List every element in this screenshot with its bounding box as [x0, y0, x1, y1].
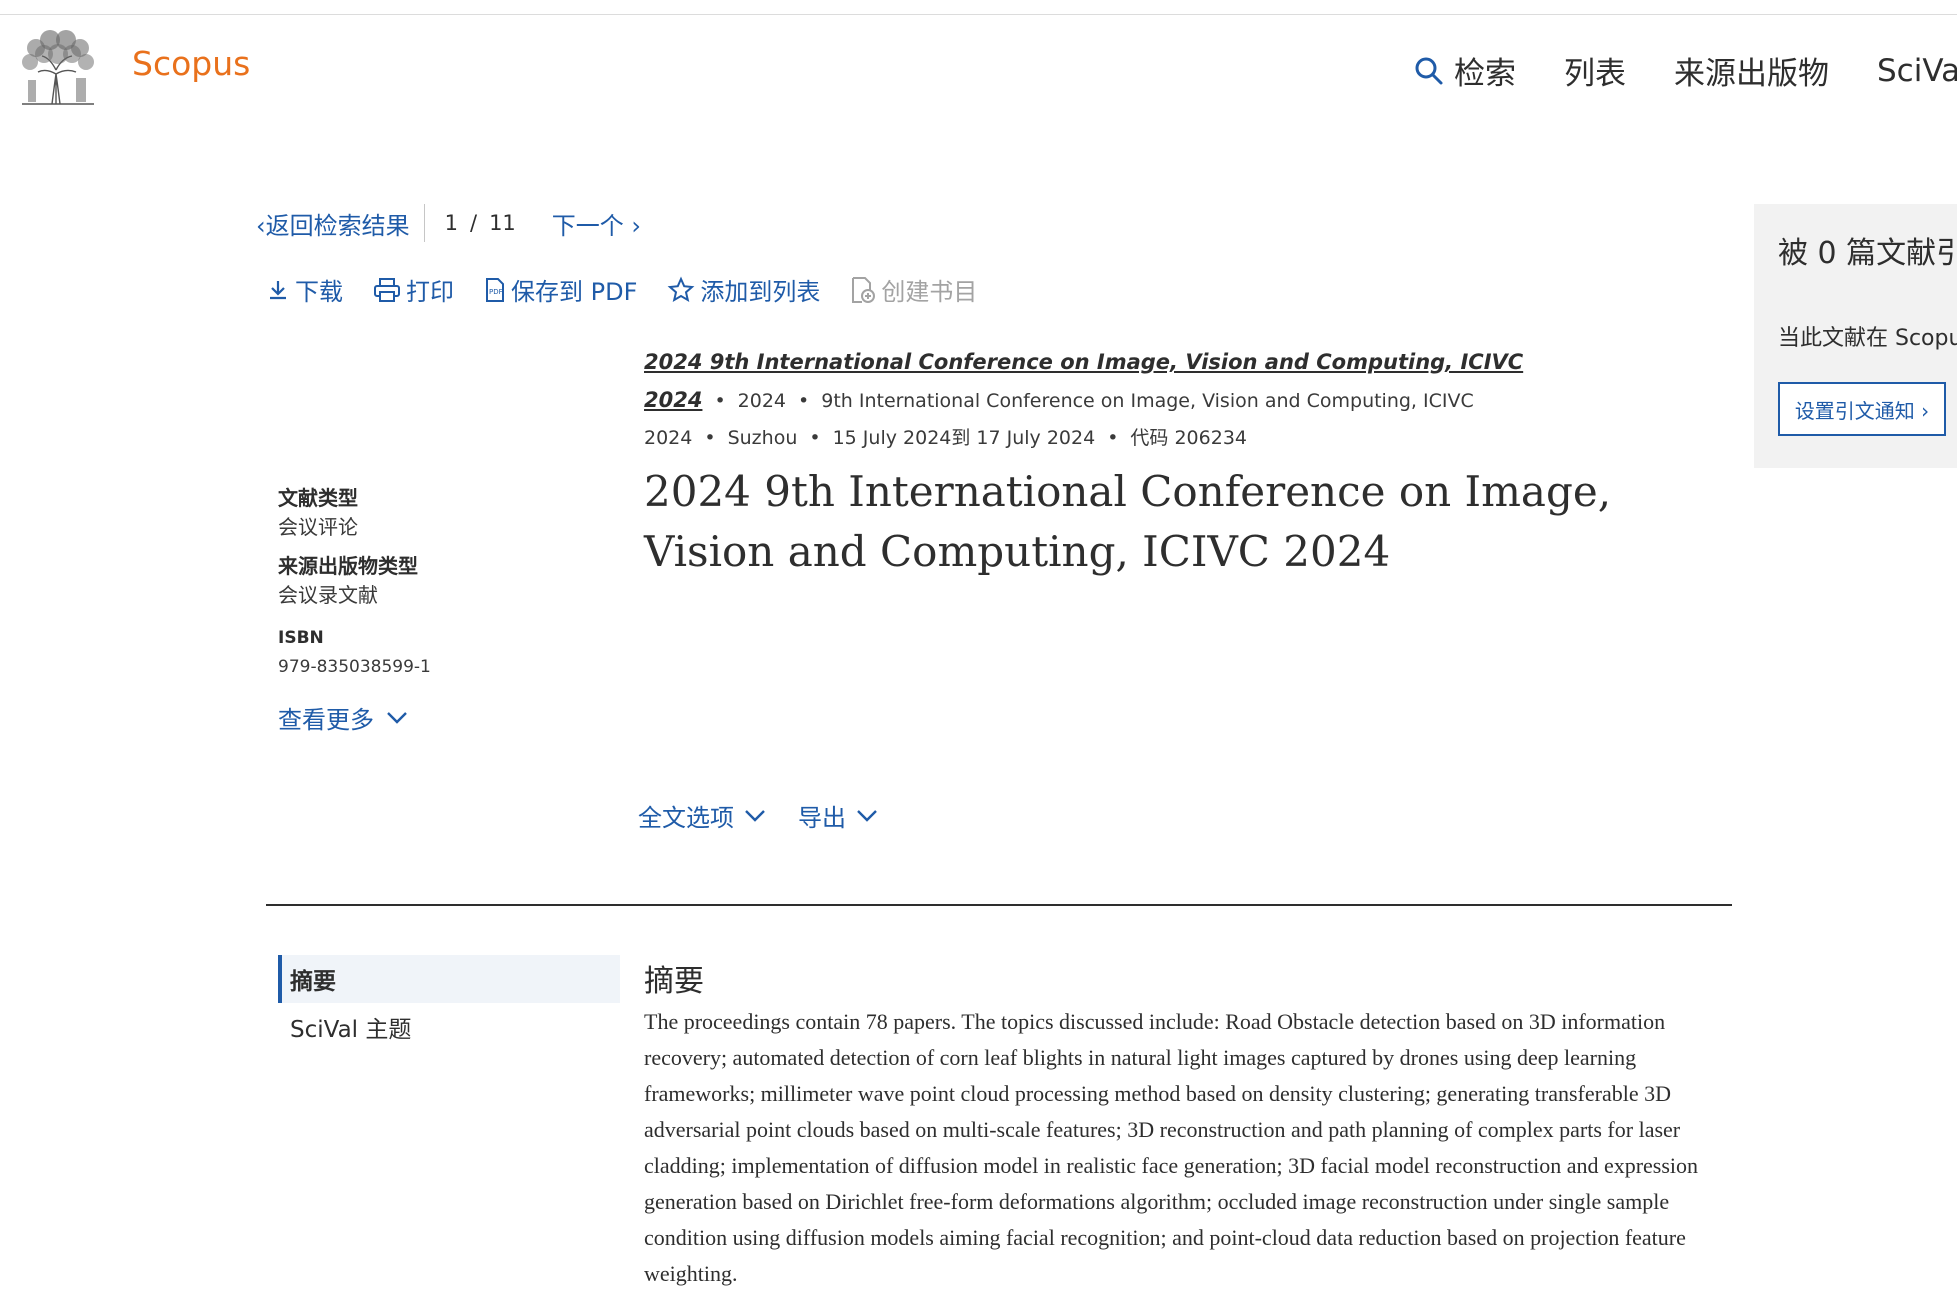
elsevier-tree-logo[interactable]: [16, 28, 100, 106]
section-nav-abstract[interactable]: 摘要: [278, 955, 620, 1003]
total-results: 11: [489, 211, 516, 235]
nav-lists-label: 列表: [1564, 56, 1626, 92]
bullet: •: [704, 427, 716, 449]
top-border: [0, 14, 1957, 15]
back-to-results-link[interactable]: ‹返回检索结果: [256, 206, 410, 241]
fulltext-options-label: 全文选项: [638, 804, 734, 832]
save-pdf-button[interactable]: PDF 保存到 PDF: [484, 272, 637, 307]
nav-scival[interactable]: SciVal ›: [1877, 53, 1957, 89]
download-icon: [270, 280, 286, 299]
abstract-text: The proceedings contain 78 papers. The t…: [644, 1009, 1699, 1286]
view-more-label: 查看更多: [278, 706, 374, 734]
citations-text: 当此文献在 Scopu: [1778, 326, 1957, 351]
create-bibliography-button[interactable]: 创建书目: [850, 272, 977, 307]
next-result-link[interactable]: 下一个 ›: [552, 206, 641, 241]
citations-heading: 被 0 篇文献引: [1778, 236, 1957, 271]
save-pdf-label: 保存到 PDF: [511, 278, 638, 306]
nav-sources[interactable]: 来源出版物: [1674, 48, 1829, 93]
star-icon: [667, 276, 695, 302]
doc-type-value: 会议评论: [278, 515, 358, 539]
document-metadata: 文献类型 会议评论 来源出版物类型 会议录文献 ISBN 979-8350385…: [278, 474, 598, 735]
back-to-results-label: 返回检索结果: [265, 211, 410, 240]
source-info: 2024 9th International Conference on Ima…: [644, 344, 1684, 457]
document-title: 2024 9th International Conference on Ima…: [644, 467, 1612, 576]
set-citation-alert-label: 设置引文通知 ›: [1794, 398, 1930, 423]
nav-scival-label: SciVal ›: [1877, 52, 1957, 89]
divider: [423, 204, 425, 242]
current-index: 1: [444, 211, 458, 235]
bullet: •: [798, 390, 810, 412]
next-result-label: 下一个: [551, 211, 624, 240]
chevron-down-icon: [387, 711, 407, 724]
bullet: •: [1107, 427, 1119, 449]
source-year: 2024: [737, 390, 787, 412]
result-counter: 1 / 11: [439, 211, 522, 235]
document-options: 全文选项 导出: [638, 798, 910, 833]
abstract-heading: 摘要: [644, 964, 704, 999]
print-button[interactable]: 打印: [373, 272, 454, 307]
conference-location: Suzhou: [727, 427, 798, 449]
create-bibliography-label: 创建书目: [881, 278, 978, 306]
nav-search-label: 检索: [1454, 56, 1516, 92]
add-to-list-button[interactable]: 添加到列表: [667, 272, 820, 307]
isbn-label: ISBN: [278, 628, 324, 648]
conference-code: 代码 206234: [1130, 427, 1247, 449]
section-nav-abstract-label: 摘要: [290, 969, 336, 995]
printer-icon: [374, 277, 400, 302]
pdf-icon: PDF: [486, 277, 504, 302]
search-icon: [1415, 57, 1443, 84]
section-divider: [266, 904, 1732, 906]
counter-separator: /: [469, 211, 478, 235]
conference-dates: 15 July 2024到 17 July 2024: [832, 427, 1096, 449]
download-label: 下载: [295, 278, 343, 306]
export-dropdown[interactable]: 导出: [798, 798, 878, 833]
section-nav-scival-label: SciVal 主题: [290, 1017, 412, 1043]
top-navigation: 检索 列表 来源出版物 SciVal ›: [1414, 48, 1957, 93]
nav-sources-label: 来源出版物: [1674, 56, 1829, 92]
chevron-down-icon: [745, 809, 765, 822]
result-navigation: ‹返回检索结果 1 / 11 下一个 ›: [256, 204, 641, 242]
source-type-value: 会议录文献: [278, 583, 378, 607]
bibliography-icon: [852, 276, 876, 303]
chevron-down-icon: [857, 809, 877, 822]
source-type-label: 来源出版物类型: [278, 554, 418, 578]
brand-name[interactable]: Scopus: [132, 44, 250, 83]
fulltext-options-dropdown[interactable]: 全文选项: [638, 798, 766, 833]
isbn-value: 979-835038599-1: [278, 657, 431, 677]
doc-type-label: 文献类型: [278, 486, 358, 510]
document-toolbar: 下载 打印 PDF 保存到 PDF 添加到列表 创建书目: [266, 272, 1007, 307]
nav-search[interactable]: 检索: [1414, 48, 1516, 93]
bullet: •: [714, 390, 726, 412]
bullet: •: [809, 427, 821, 449]
print-label: 打印: [406, 278, 454, 306]
citations-panel: 被 0 篇文献引 当此文献在 Scopu 设置引文通知 ›: [1754, 204, 1957, 468]
export-label: 导出: [798, 804, 846, 832]
view-more-button[interactable]: 查看更多: [278, 700, 598, 735]
svg-text:PDF: PDF: [489, 288, 503, 296]
nav-lists[interactable]: 列表: [1564, 48, 1626, 93]
chevron-left-icon: ‹: [256, 211, 266, 240]
set-citation-alert-button[interactable]: 设置引文通知 ›: [1778, 382, 1946, 436]
download-button[interactable]: 下载: [266, 272, 343, 307]
section-nav-scival[interactable]: SciVal 主题: [278, 1003, 620, 1051]
add-to-list-label: 添加到列表: [700, 278, 821, 306]
chevron-right-icon: ›: [623, 211, 642, 240]
section-nav: 摘要 SciVal 主题: [278, 955, 620, 1051]
